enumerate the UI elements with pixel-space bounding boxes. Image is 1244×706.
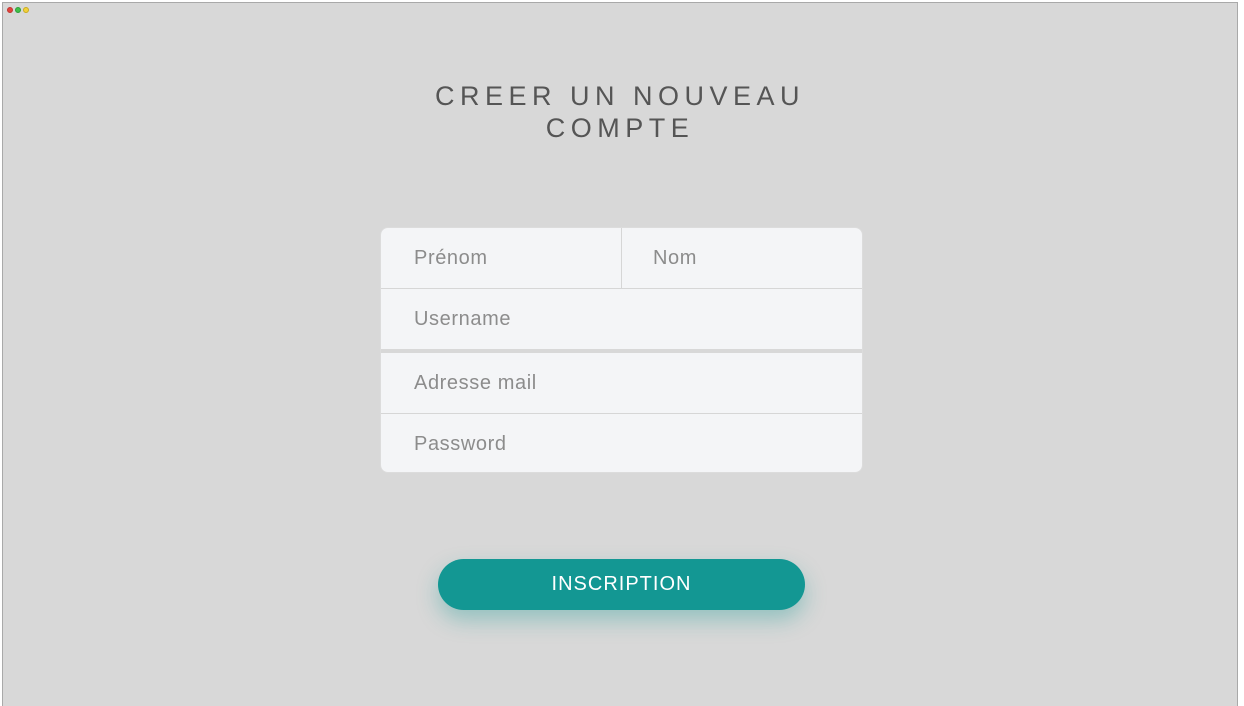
email-row: Adresse mail — [381, 353, 862, 414]
username-field[interactable]: Username — [381, 289, 862, 349]
window-controls — [7, 7, 29, 13]
inscription-button[interactable]: INSCRIPTION — [438, 559, 805, 610]
page-title-line-1: CREER UN NOUVEAU — [434, 81, 806, 111]
last-name-field[interactable]: Nom — [622, 228, 862, 288]
password-field[interactable]: Password — [381, 414, 862, 472]
page-title: CREER UN NOUVEAU COMPTE — [3, 80, 1237, 144]
password-row: Password — [381, 414, 862, 472]
email-field[interactable]: Adresse mail — [381, 353, 862, 413]
app-window: CREER UN NOUVEAU COMPTE Prénom Nom Usern… — [2, 2, 1238, 706]
username-row: Username — [381, 289, 862, 353]
name-row: Prénom Nom — [381, 228, 862, 289]
minimize-window-icon[interactable] — [23, 7, 29, 13]
close-window-icon[interactable] — [7, 7, 13, 13]
first-name-field[interactable]: Prénom — [381, 228, 622, 288]
page-title-line-2: COMPTE — [545, 113, 695, 143]
signup-form: Prénom Nom Username Adresse mail Passwor… — [380, 227, 863, 473]
zoom-window-icon[interactable] — [15, 7, 21, 13]
